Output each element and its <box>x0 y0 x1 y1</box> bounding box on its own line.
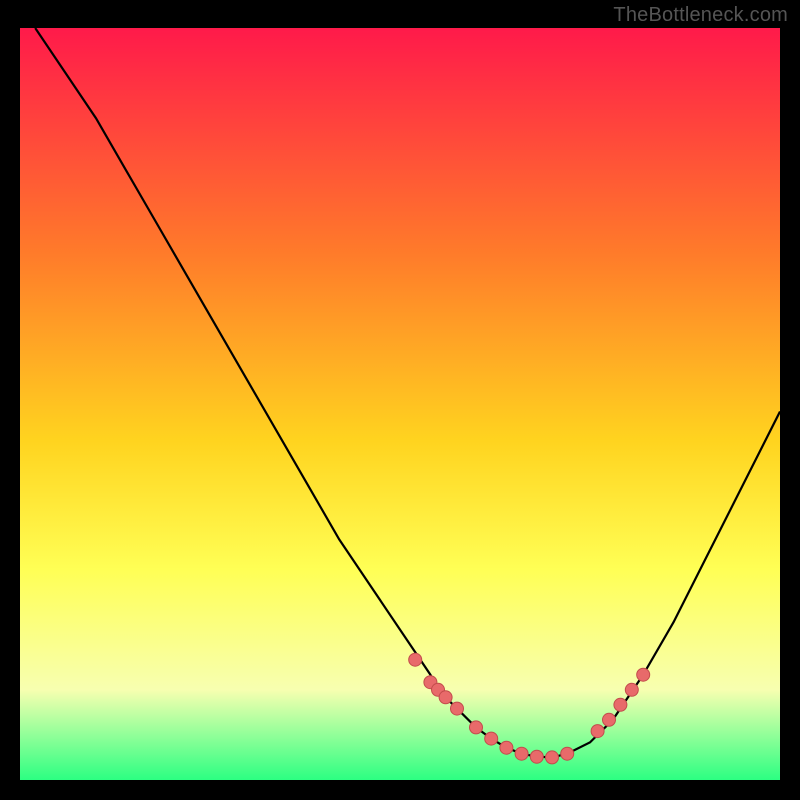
highlight-dot <box>546 751 559 764</box>
highlight-dot <box>485 732 498 745</box>
highlight-dot <box>625 683 638 696</box>
highlight-dot <box>439 691 452 704</box>
highlight-dot <box>591 725 604 738</box>
chart-frame <box>20 28 780 780</box>
highlight-dot <box>637 668 650 681</box>
highlight-dot <box>530 750 543 763</box>
highlight-dot <box>451 702 464 715</box>
gradient-background <box>20 28 780 780</box>
highlight-dot <box>561 747 574 760</box>
bottleneck-chart <box>20 28 780 780</box>
highlight-dot <box>470 721 483 734</box>
highlight-dot <box>614 698 627 711</box>
highlight-dot <box>515 747 528 760</box>
highlight-dot <box>500 741 513 754</box>
watermark-label: TheBottleneck.com <box>613 4 788 27</box>
highlight-dot <box>409 653 422 666</box>
highlight-dot <box>603 713 616 726</box>
